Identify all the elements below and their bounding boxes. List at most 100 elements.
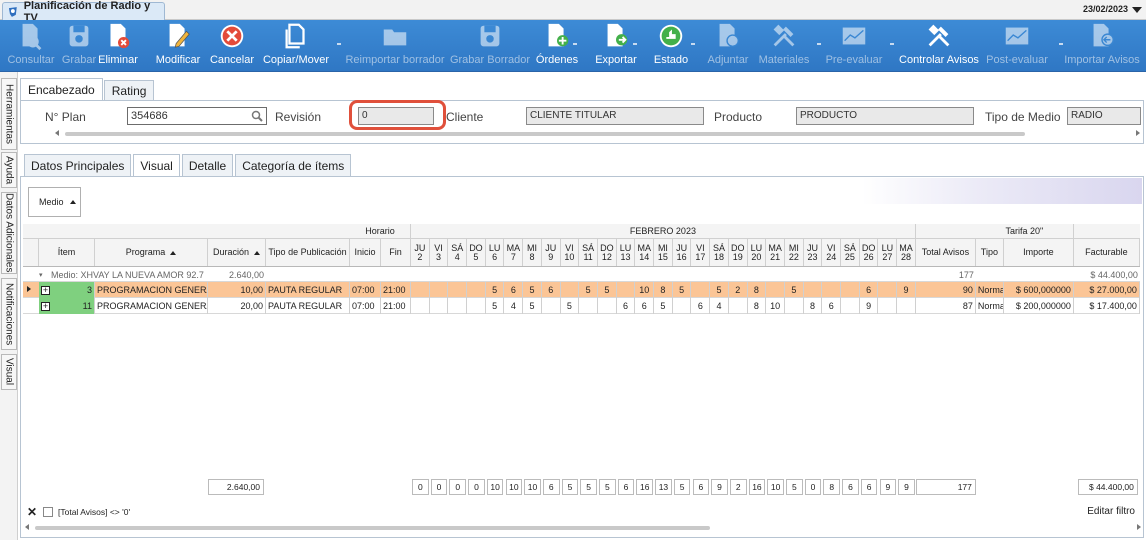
day-header[interactable]: DO 19 xyxy=(729,239,748,266)
day-header[interactable]: DO 5 xyxy=(467,239,486,266)
cell-total[interactable]: 90 xyxy=(916,282,976,298)
day-header[interactable]: MA 14 xyxy=(635,239,655,266)
day-cell[interactable]: 6 xyxy=(505,282,524,298)
column-header-programa[interactable]: Programa xyxy=(95,239,208,266)
tab-datos-principales[interactable]: Datos Principales xyxy=(24,154,132,176)
cell-facturable[interactable]: $ 27.000,00 xyxy=(1074,282,1140,298)
day-cell[interactable]: 5 xyxy=(561,298,580,314)
day-header[interactable]: VI 10 xyxy=(561,239,580,266)
cell-inicio[interactable]: 07:00 xyxy=(350,298,381,314)
day-header[interactable]: LU 27 xyxy=(879,239,898,266)
day-cell[interactable]: 4 xyxy=(710,298,729,314)
cell-facturable[interactable]: $ 17.400,00 xyxy=(1074,298,1140,314)
toolbar-button-importar-avisos[interactable]: Importar Avisos xyxy=(1052,20,1146,72)
day-cell[interactable] xyxy=(598,298,617,314)
cell-duracion[interactable]: 20,00 xyxy=(208,298,266,314)
cell-programa[interactable]: PROGRAMACION GENERAL xyxy=(95,298,208,314)
cell-total[interactable]: 87 xyxy=(916,298,976,314)
grid-scrollbar[interactable] xyxy=(25,524,1141,532)
day-header[interactable]: DO 12 xyxy=(598,239,617,266)
day-cell[interactable]: 5 xyxy=(579,282,598,298)
scroll-thumb[interactable] xyxy=(65,132,1025,136)
side-tab-ayuda[interactable]: Ayuda xyxy=(1,152,17,188)
day-cell[interactable] xyxy=(579,298,598,314)
day-cell[interactable]: 5 xyxy=(523,282,542,298)
day-header[interactable]: MI 8 xyxy=(523,239,542,266)
day-header[interactable]: MA 28 xyxy=(897,239,916,266)
day-cell[interactable] xyxy=(785,298,804,314)
scroll-right-icon[interactable] xyxy=(1137,524,1141,530)
dropdown-arrow-icon[interactable] xyxy=(817,43,821,45)
day-cell[interactable]: 6 xyxy=(635,298,655,314)
group-row[interactable]: ▾ Medio: XHVAY LA NUEVA AMOR 92.7 2.640,00… xyxy=(23,267,1140,282)
scroll-right-icon[interactable] xyxy=(1136,130,1140,136)
window-menu-arrow-icon[interactable] xyxy=(1132,7,1142,13)
day-cell[interactable]: 5 xyxy=(673,282,692,298)
item-cell[interactable]: +11 xyxy=(39,298,95,314)
tab-categoria-items[interactable]: Categoría de ítems xyxy=(235,154,352,176)
day-header[interactable]: JU 16 xyxy=(673,239,692,266)
cell-tipo[interactable]: Normal xyxy=(976,282,1004,298)
expand-row-icon[interactable]: + xyxy=(41,285,50,295)
day-cell[interactable] xyxy=(411,282,430,298)
day-cell[interactable] xyxy=(841,298,860,314)
medio-group-button[interactable]: Medio xyxy=(28,187,81,217)
day-cell[interactable]: 10 xyxy=(635,282,655,298)
tab-visual[interactable]: Visual xyxy=(133,154,180,176)
column-header-facturable[interactable]: Facturable xyxy=(1074,239,1140,266)
day-cell[interactable] xyxy=(804,282,823,298)
day-cell[interactable] xyxy=(411,298,430,314)
dropdown-arrow-icon[interactable] xyxy=(573,43,577,45)
day-header[interactable]: MI 22 xyxy=(785,239,804,266)
day-header[interactable]: VI 17 xyxy=(692,239,711,266)
group-collapse-icon[interactable]: ▾ xyxy=(37,267,49,282)
day-cell[interactable]: 6 xyxy=(542,282,561,298)
cell-importe[interactable]: $ 200,000000 xyxy=(1004,298,1074,314)
cell-duracion[interactable]: 10,00 xyxy=(208,282,266,298)
day-header[interactable]: MA 21 xyxy=(766,239,785,266)
side-tab-visual[interactable]: Visual xyxy=(1,354,17,390)
day-cell[interactable] xyxy=(467,298,486,314)
day-header[interactable]: SÁ 25 xyxy=(841,239,860,266)
document-tab[interactable]: Planificación de Radio y TV xyxy=(2,0,165,24)
column-header-duracion[interactable]: Duración xyxy=(208,239,266,266)
day-cell[interactable] xyxy=(822,282,842,298)
cell-inicio[interactable]: 07:00 xyxy=(350,282,381,298)
day-cell[interactable]: 4 xyxy=(505,298,524,314)
dropdown-arrow-icon[interactable] xyxy=(1059,43,1063,45)
day-cell[interactable]: 6 xyxy=(860,282,879,298)
day-cell[interactable] xyxy=(879,298,898,314)
day-cell[interactable]: 2 xyxy=(729,282,748,298)
day-cell[interactable]: 6 xyxy=(692,298,711,314)
day-header[interactable]: JU 2 xyxy=(411,239,430,266)
day-cell[interactable] xyxy=(841,282,860,298)
expand-row-icon[interactable]: + xyxy=(41,301,50,311)
day-cell[interactable] xyxy=(448,282,468,298)
scroll-thumb[interactable] xyxy=(35,526,710,530)
cell-tipo[interactable]: Normal xyxy=(976,298,1004,314)
day-cell[interactable]: 5 xyxy=(598,282,617,298)
day-cell[interactable]: 8 xyxy=(748,282,767,298)
table-row[interactable]: +11 PROGRAMACION GENERAL 20,00 PAUTA REGULA… xyxy=(23,298,1140,314)
day-cell[interactable]: 10 xyxy=(766,298,785,314)
dropdown-arrow-icon[interactable] xyxy=(337,43,341,45)
toolbar-button-copiar-mover[interactable]: Copiar/Mover xyxy=(246,20,346,72)
column-header-inicio[interactable]: Inicio xyxy=(350,239,381,266)
cell-fin[interactable]: 21:00 xyxy=(381,298,411,314)
day-cell[interactable] xyxy=(897,298,916,314)
plan-number-input[interactable]: 354686 xyxy=(127,107,267,125)
day-cell[interactable]: 6 xyxy=(822,298,842,314)
tab-detalle[interactable]: Detalle xyxy=(181,154,234,176)
side-tab-datos-adicionales[interactable]: Datos Adicionales xyxy=(1,192,17,274)
cell-tipo-pub[interactable]: PAUTA REGULAR xyxy=(266,282,350,298)
edit-filter-link[interactable]: Editar filtro xyxy=(1087,506,1135,517)
day-header[interactable]: VI 3 xyxy=(430,239,449,266)
day-cell[interactable]: 5 xyxy=(654,298,673,314)
tab-rating[interactable]: Rating xyxy=(103,80,155,100)
day-header[interactable]: JU 23 xyxy=(804,239,823,266)
day-cell[interactable] xyxy=(729,298,748,314)
day-cell[interactable]: 6 xyxy=(617,298,636,314)
cell-fin[interactable]: 21:00 xyxy=(381,282,411,298)
day-cell[interactable]: 5 xyxy=(486,282,505,298)
day-cell[interactable]: 5 xyxy=(523,298,542,314)
